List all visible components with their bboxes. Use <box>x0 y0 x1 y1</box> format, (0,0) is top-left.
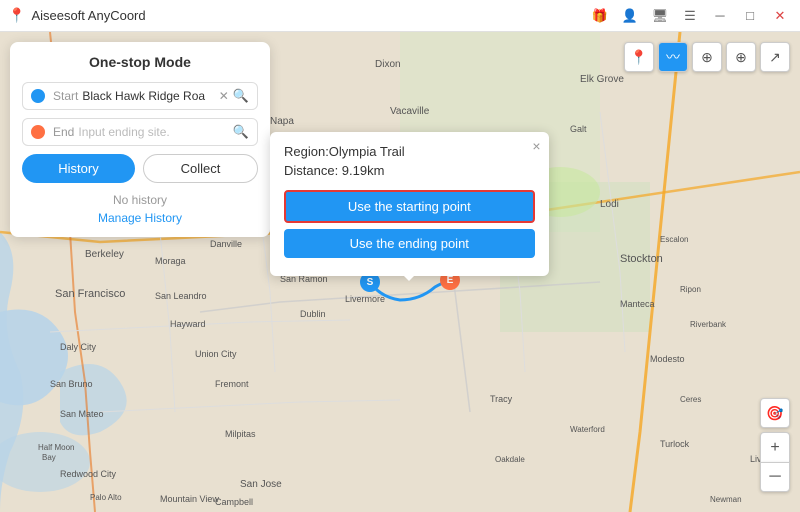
svg-text:Ripon: Ripon <box>680 285 701 294</box>
zoom-out-button[interactable]: ─ <box>760 462 790 492</box>
menu-icon[interactable]: ☰ <box>676 2 704 30</box>
svg-text:Turlock: Turlock <box>660 439 690 449</box>
svg-text:Milpitas: Milpitas <box>225 429 256 439</box>
svg-text:Union City: Union City <box>195 349 237 359</box>
search-start-icon[interactable]: 🔍 <box>233 88 249 104</box>
svg-text:Campbell: Campbell <box>215 497 253 507</box>
svg-text:Waterford: Waterford <box>570 425 605 434</box>
svg-text:Vacaville: Vacaville <box>390 106 430 117</box>
panel-title: One-stop Mode <box>22 54 258 70</box>
svg-text:Moraga: Moraga <box>155 256 186 266</box>
crosshair-btn[interactable]: ⊕ <box>726 42 756 72</box>
svg-text:Berkeley: Berkeley <box>85 249 124 260</box>
maximize-button[interactable]: □ <box>736 2 764 30</box>
zoom-target-btn[interactable]: 🎯 <box>760 398 790 428</box>
svg-text:Tracy: Tracy <box>490 394 513 404</box>
route-popup: × Region:Olympia Trail Distance: 9.19km … <box>270 132 549 276</box>
user-icon[interactable]: 👤 <box>616 2 644 30</box>
svg-text:Galt: Galt <box>570 124 587 134</box>
svg-text:Newman: Newman <box>710 495 742 504</box>
zoom-controls: 🎯 + ─ <box>760 398 790 492</box>
minimize-button[interactable]: ─ <box>706 2 734 30</box>
svg-text:Fremont: Fremont <box>215 379 249 389</box>
zoom-in-button[interactable]: + <box>760 432 790 462</box>
waypoint-btn[interactable]: ⊕ <box>692 42 722 72</box>
use-end-point-button[interactable]: Use the ending point <box>284 229 535 258</box>
popup-region: Region:Olympia Trail <box>284 144 535 159</box>
svg-text:Dublin: Dublin <box>300 309 326 319</box>
svg-text:Bay: Bay <box>42 453 56 462</box>
svg-text:Modesto: Modesto <box>650 354 685 364</box>
end-label: End <box>53 125 74 139</box>
svg-text:Ceres: Ceres <box>680 395 701 404</box>
svg-text:Oakdale: Oakdale <box>495 455 525 464</box>
route-btn[interactable]: 〰 <box>658 42 688 72</box>
collect-button[interactable]: Collect <box>143 154 258 183</box>
svg-text:Danville: Danville <box>210 239 242 249</box>
clear-start-icon[interactable]: ✕ <box>219 89 229 103</box>
svg-text:Stockton: Stockton <box>620 253 663 265</box>
map-controls: 📍 〰 ⊕ ⊕ ↗ <box>624 42 790 72</box>
close-button[interactable]: ✕ <box>766 2 794 30</box>
use-start-point-button[interactable]: Use the starting point <box>284 190 535 223</box>
svg-text:Lodi: Lodi <box>600 199 619 210</box>
svg-text:Elk Grove: Elk Grove <box>580 74 624 85</box>
popup-distance: Distance: 9.19km <box>284 163 535 178</box>
svg-text:San Mateo: San Mateo <box>60 409 104 419</box>
svg-text:Dixon: Dixon <box>375 59 401 70</box>
end-input-row[interactable]: End Input ending site. 🔍 <box>22 118 258 146</box>
svg-text:Mountain View: Mountain View <box>160 494 219 504</box>
search-end-icon[interactable]: 🔍 <box>233 124 249 140</box>
gift-icon[interactable]: 🎁 <box>586 2 614 30</box>
svg-text:Daly City: Daly City <box>60 342 97 352</box>
svg-text:Manteca: Manteca <box>620 299 655 309</box>
svg-text:Half Moon: Half Moon <box>38 443 74 452</box>
start-input-row[interactable]: Start Black Hawk Ridge Roa ✕ 🔍 <box>22 82 258 110</box>
svg-text:San Francisco: San Francisco <box>55 288 125 300</box>
svg-text:Palo Alto: Palo Alto <box>90 493 122 502</box>
svg-text:San Leandro: San Leandro <box>155 291 207 301</box>
export-btn[interactable]: ↗ <box>760 42 790 72</box>
no-history-text: No history <box>22 193 258 207</box>
screen-icon[interactable]: 🖥 <box>646 2 674 30</box>
svg-text:San Bruno: San Bruno <box>50 379 93 389</box>
app-icon: 📍 <box>8 7 25 24</box>
start-value: Black Hawk Ridge Roa <box>82 89 218 103</box>
action-buttons: History Collect <box>22 154 258 183</box>
start-label: Start <box>53 89 78 103</box>
end-dot <box>31 125 45 139</box>
svg-text:Napa: Napa <box>270 116 294 127</box>
svg-text:Escalon: Escalon <box>660 235 688 244</box>
titlebar: 📍 Aiseesoft AnyCoord 🎁 👤 🖥 ☰ ─ □ ✕ <box>0 0 800 32</box>
history-button[interactable]: History <box>22 154 135 183</box>
svg-text:Riverbank: Riverbank <box>690 320 727 329</box>
location-btn[interactable]: 📍 <box>624 42 654 72</box>
popup-close[interactable]: × <box>532 138 540 154</box>
svg-text:San Jose: San Jose <box>240 479 282 490</box>
manage-history-link[interactable]: Manage History <box>22 211 258 225</box>
svg-text:Livermore: Livermore <box>345 294 385 304</box>
end-placeholder: Input ending site. <box>78 125 232 139</box>
titlebar-controls: 🎁 👤 🖥 ☰ ─ □ ✕ <box>586 2 794 30</box>
app-title: Aiseesoft AnyCoord <box>31 8 586 23</box>
svg-text:Hayward: Hayward <box>170 319 206 329</box>
left-panel: One-stop Mode Start Black Hawk Ridge Roa… <box>10 42 270 237</box>
start-dot <box>31 89 45 103</box>
svg-text:Redwood City: Redwood City <box>60 469 117 479</box>
